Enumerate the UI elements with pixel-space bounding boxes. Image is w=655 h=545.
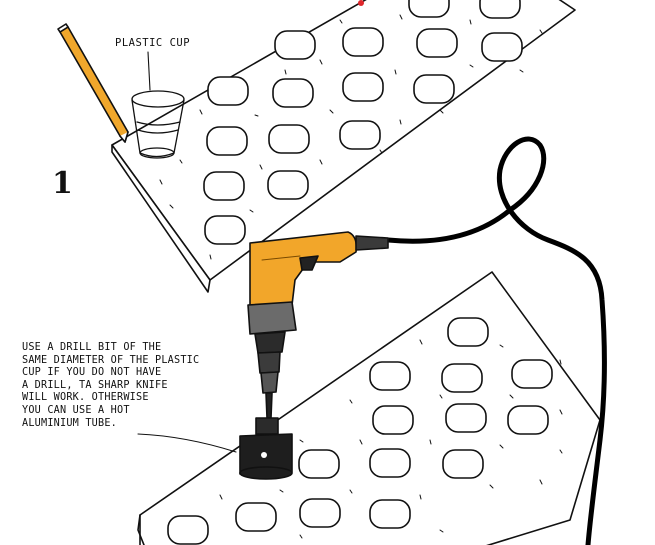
board-hole [511, 359, 553, 389]
instruction-leader [137, 433, 237, 453]
board-hole [408, 0, 450, 18]
instruction-line: SAME DIAMETER OF THE PLASTIC [22, 354, 200, 366]
board-hole [342, 27, 384, 57]
instruction-line: USE A DRILL BIT OF THE [22, 342, 162, 353]
board-hole [507, 405, 549, 435]
board-hole [206, 126, 248, 156]
board-hole [369, 499, 411, 529]
instruction-line: A DRILL, TA SHARP KNIFE [22, 379, 168, 391]
board-hole [274, 30, 316, 60]
board-hole [298, 449, 340, 479]
board-hole [204, 215, 246, 245]
instruction-line: WILL WORK. OTHERWISE [22, 392, 149, 404]
board-hole [339, 120, 381, 150]
board-hole [369, 448, 411, 478]
board-hole [342, 72, 384, 102]
board-speckle [519, 69, 524, 73]
board-hole [441, 363, 483, 393]
board-hole [167, 515, 209, 545]
step-number: 1 [52, 166, 73, 201]
cup-label-leader [147, 51, 151, 91]
board-hole [479, 0, 521, 19]
board-hole [481, 32, 523, 62]
board-hole [299, 498, 341, 528]
board-hole [372, 405, 414, 435]
board-hole [442, 449, 484, 479]
board-hole [272, 78, 314, 108]
board-hole [413, 74, 455, 104]
instruction-text: USE A DRILL BIT OF THE SAME DIAMETER OF … [22, 342, 232, 430]
accent-dot [358, 0, 364, 6]
board-hole [268, 124, 310, 154]
instruction-line: YOU CAN USE A HOT [22, 404, 130, 416]
board-speckle [559, 359, 562, 365]
board-speckle [439, 109, 444, 114]
board-hole [207, 76, 249, 106]
board-hole [203, 171, 245, 201]
board-hole [445, 403, 487, 433]
instruction-line: ALUMINIUM TUBE. [22, 417, 118, 429]
board-hole [416, 28, 458, 58]
plastic-cup-label: PLASTIC CUP [115, 37, 191, 49]
illustration-canvas [57, 0, 607, 545]
board-hole [267, 170, 309, 200]
board-hole [369, 361, 411, 391]
board-hole [235, 502, 277, 532]
board-hole [447, 317, 489, 347]
instruction-line: CUP IF YOU DO NOT HAVE [22, 367, 162, 379]
